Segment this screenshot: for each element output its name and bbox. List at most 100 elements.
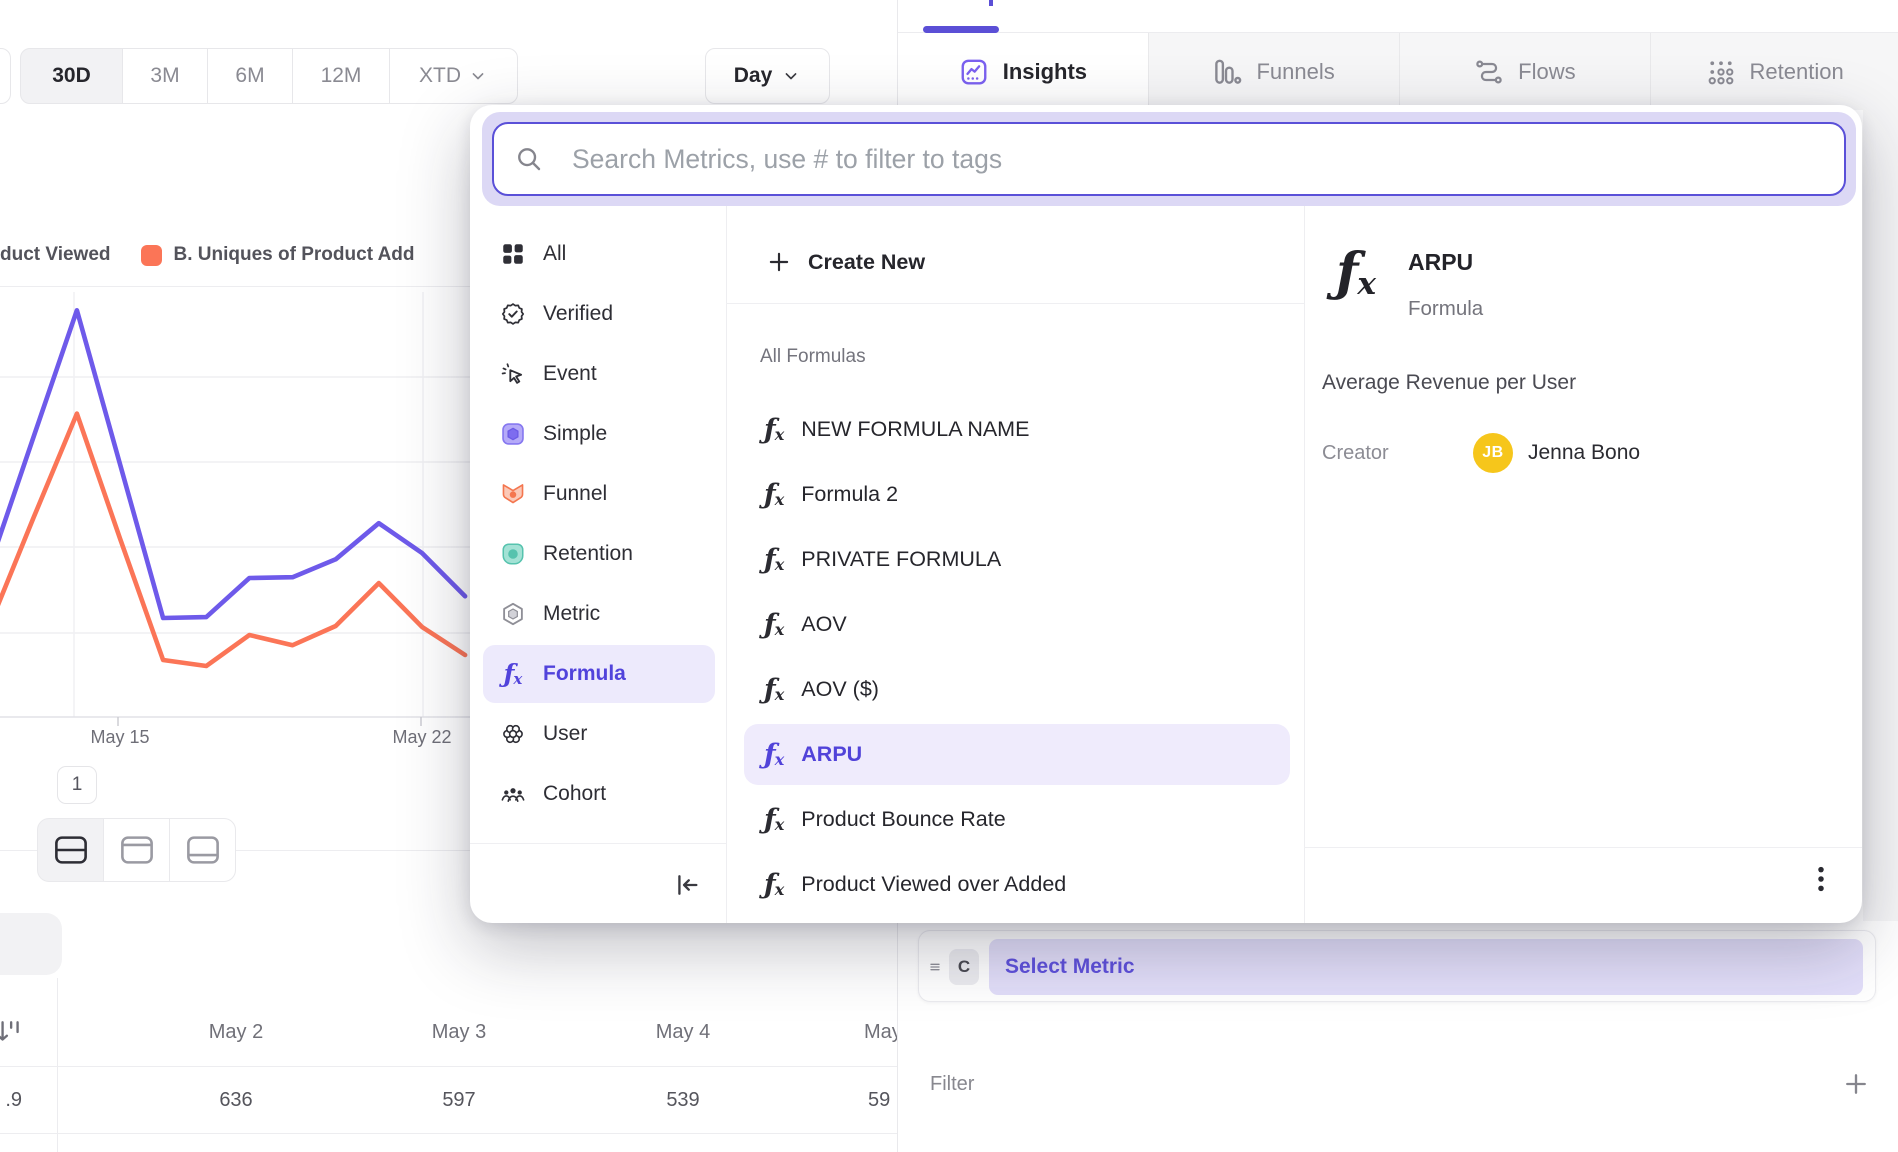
category-all[interactable]: All bbox=[470, 224, 726, 284]
time-range-3m-button[interactable]: 3M bbox=[122, 48, 208, 104]
legend-label: B. Uniques of Product Add bbox=[174, 244, 415, 266]
category-event[interactable]: Event bbox=[470, 344, 726, 404]
formula-item[interactable]: ƒxAOV bbox=[726, 592, 1304, 657]
table-column-header[interactable]: May 3 bbox=[379, 1018, 539, 1046]
search-field bbox=[492, 122, 1846, 196]
legend-swatch bbox=[141, 245, 162, 266]
filter-section-label: Filter bbox=[930, 1073, 974, 1096]
layout-chart-only-button[interactable] bbox=[103, 818, 170, 882]
metric-row-card: C Select Metric bbox=[918, 930, 1876, 1002]
table-row-label-fragment: .9 bbox=[0, 1086, 22, 1114]
category-verified[interactable]: Verified bbox=[470, 284, 726, 344]
select-metric-button[interactable]: Select Metric bbox=[989, 939, 1863, 995]
fx-icon: ƒx bbox=[764, 546, 784, 573]
table-column-header[interactable]: May bbox=[864, 1018, 897, 1046]
tab-funnels[interactable]: Funnels bbox=[1148, 33, 1399, 110]
time-range-control: 30D 3M 6M 12M XTD bbox=[20, 48, 518, 104]
category-label: User bbox=[543, 722, 587, 746]
more-options-kebab-icon[interactable] bbox=[1806, 861, 1836, 897]
sidebar-footer-divider bbox=[470, 843, 726, 844]
cohort-people-icon bbox=[500, 781, 526, 807]
collapse-sidebar-icon[interactable] bbox=[673, 871, 701, 899]
formula-item[interactable]: ƒxProduct Viewed over Added bbox=[726, 852, 1304, 917]
layout-top-icon bbox=[119, 834, 155, 866]
grid-icon bbox=[500, 241, 526, 267]
legend-label: duct Viewed bbox=[0, 244, 111, 266]
create-new-button[interactable]: Create New bbox=[726, 234, 1304, 290]
formula-item[interactable]: ƒxFormula 2 bbox=[726, 462, 1304, 527]
formula-name: Formula 2 bbox=[801, 482, 898, 507]
chevron-down-icon bbox=[468, 66, 488, 86]
create-new-label: Create New bbox=[808, 250, 925, 275]
formula-name: PRIVATE FORMULA bbox=[801, 547, 1001, 572]
category-label: Metric bbox=[543, 602, 600, 626]
legend-item[interactable]: B. Uniques of Product Add bbox=[123, 244, 415, 266]
event-cursor-icon bbox=[500, 361, 526, 387]
tab-retention[interactable]: Retention bbox=[1650, 33, 1898, 110]
search-input[interactable] bbox=[570, 143, 1824, 176]
formula-item[interactable]: ƒxAOV ($) bbox=[726, 657, 1304, 722]
pagination-page-button[interactable]: 1 bbox=[57, 766, 97, 804]
formula-name: Product Bounce Rate bbox=[801, 807, 1005, 832]
chart-legend: duct Viewed B. Uniques of Product Add bbox=[0, 240, 415, 270]
category-user[interactable]: User bbox=[470, 704, 726, 764]
time-range-fragment-button[interactable] bbox=[0, 48, 11, 104]
add-filter-button[interactable] bbox=[1842, 1070, 1870, 1098]
top-strip bbox=[898, 0, 1898, 33]
time-range-label: 3M bbox=[150, 64, 179, 88]
category-formula[interactable]: ƒxFormula bbox=[470, 644, 726, 704]
funnels-icon bbox=[1212, 57, 1242, 87]
table-cell-value: 636 bbox=[156, 1086, 316, 1114]
formula-item[interactable]: ƒx Product Bounce Rate bbox=[726, 787, 1304, 852]
fx-icon: ƒx bbox=[764, 611, 784, 638]
time-range-30d-button[interactable]: 30D bbox=[20, 48, 123, 104]
fx-icon: ƒx bbox=[500, 661, 526, 687]
retention-cat-icon bbox=[500, 541, 526, 567]
flows-icon bbox=[1474, 57, 1504, 87]
layout-split-button[interactable] bbox=[37, 818, 104, 882]
line-chart-canvas[interactable] bbox=[0, 286, 500, 760]
table-column-header[interactable]: May 2 bbox=[156, 1018, 316, 1046]
formula-item[interactable]: ƒxNEW FORMULA NAME bbox=[726, 397, 1304, 462]
table-toolbar-chip[interactable] bbox=[0, 913, 62, 975]
time-range-xtd-button[interactable]: XTD bbox=[389, 48, 518, 104]
time-range-label: XTD bbox=[419, 64, 461, 88]
creator-label: Creator bbox=[1322, 442, 1389, 465]
fx-icon: ƒx bbox=[764, 806, 784, 833]
category-retention[interactable]: Retention bbox=[470, 524, 726, 584]
category-label: Cohort bbox=[543, 782, 606, 806]
layout-table-only-button[interactable] bbox=[169, 818, 236, 882]
category-label: Simple bbox=[543, 422, 607, 446]
chart-series-line[interactable] bbox=[0, 414, 465, 666]
category-metric[interactable]: Metric bbox=[470, 584, 726, 644]
table-row-divider bbox=[0, 1133, 897, 1134]
formula-item[interactable]: ƒx PRIVATE FORMULA bbox=[726, 527, 1304, 592]
avatar: JB bbox=[1473, 433, 1513, 473]
category-label: Funnel bbox=[543, 482, 607, 506]
category-funnel[interactable]: Funnel bbox=[470, 464, 726, 524]
x-axis-tick-label: May 15 bbox=[60, 727, 180, 748]
time-range-12m-button[interactable]: 12M bbox=[292, 48, 390, 104]
category-label: Retention bbox=[543, 542, 633, 566]
time-range-6m-button[interactable]: 6M bbox=[207, 48, 293, 104]
layout-split-icon bbox=[53, 834, 89, 866]
tab-insights[interactable]: Insights bbox=[898, 33, 1148, 110]
category-simple[interactable]: Simple bbox=[470, 404, 726, 464]
table-cell-value: 597 bbox=[379, 1086, 539, 1114]
tab-flows[interactable]: Flows bbox=[1399, 33, 1651, 110]
formula-item[interactable]: ƒxARPU bbox=[726, 722, 1304, 787]
table-header-divider bbox=[0, 1066, 897, 1067]
creator-name: Jenna Bono bbox=[1528, 441, 1640, 465]
chart-series-line[interactable] bbox=[0, 310, 465, 618]
drag-handle-icon[interactable] bbox=[927, 958, 943, 976]
granularity-dropdown[interactable]: Day bbox=[705, 48, 830, 104]
category-cohort[interactable]: Cohort bbox=[470, 764, 726, 824]
table-column-header[interactable]: May 4 bbox=[603, 1018, 763, 1046]
verified-badge-icon bbox=[500, 301, 526, 327]
create-new-divider bbox=[726, 303, 1304, 304]
legend-item[interactable]: duct Viewed bbox=[0, 244, 111, 266]
tab-label: Retention bbox=[1750, 59, 1844, 85]
time-range-label: 12M bbox=[321, 64, 362, 88]
sort-descending-icon[interactable] bbox=[0, 1016, 24, 1048]
detail-footer-divider bbox=[1304, 847, 1862, 848]
